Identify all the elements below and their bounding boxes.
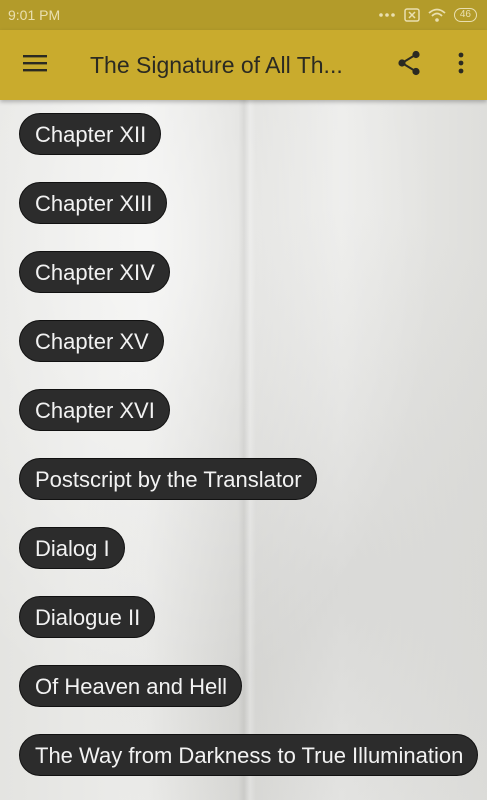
dots-icon [378,12,396,18]
chapter-button[interactable]: Chapter XIII [19,182,168,224]
share-button[interactable] [383,30,435,100]
chapter-button[interactable]: Chapter XIV [19,251,170,293]
chapter-list: Chapter XII Chapter XIII Chapter XIV Cha… [19,113,487,776]
page-title: The Signature of All Th... [90,51,343,78]
status-bar: 9:01 PM 46 [0,0,487,30]
status-icons: 46 [378,8,477,22]
menu-icon [23,54,47,77]
app-bar: The Signature of All Th... [0,30,487,100]
chapter-button[interactable]: Dialogue II [19,596,156,638]
chapter-button[interactable]: Dialog I [19,527,125,569]
share-icon [397,50,421,81]
chapter-list-container: Chapter XII Chapter XIII Chapter XIV Cha… [0,100,487,800]
more-options-button[interactable] [435,30,487,100]
chapter-button[interactable]: Postscript by the Translator [19,458,317,500]
chapter-button[interactable]: Chapter XII [19,113,162,155]
chapter-button[interactable]: Of Heaven and Hell [19,665,242,707]
menu-button[interactable] [0,30,70,100]
sim-off-icon [404,8,420,22]
chapter-button[interactable]: Chapter XV [19,320,164,362]
more-vert-icon [458,52,464,79]
battery-icon: 46 [453,8,477,22]
status-time: 9:01 PM [8,7,61,23]
chapter-button[interactable]: The Way from Darkness to True Illuminati… [19,734,479,776]
chapter-button[interactable]: Chapter XVI [19,389,170,431]
wifi-icon [428,8,446,22]
